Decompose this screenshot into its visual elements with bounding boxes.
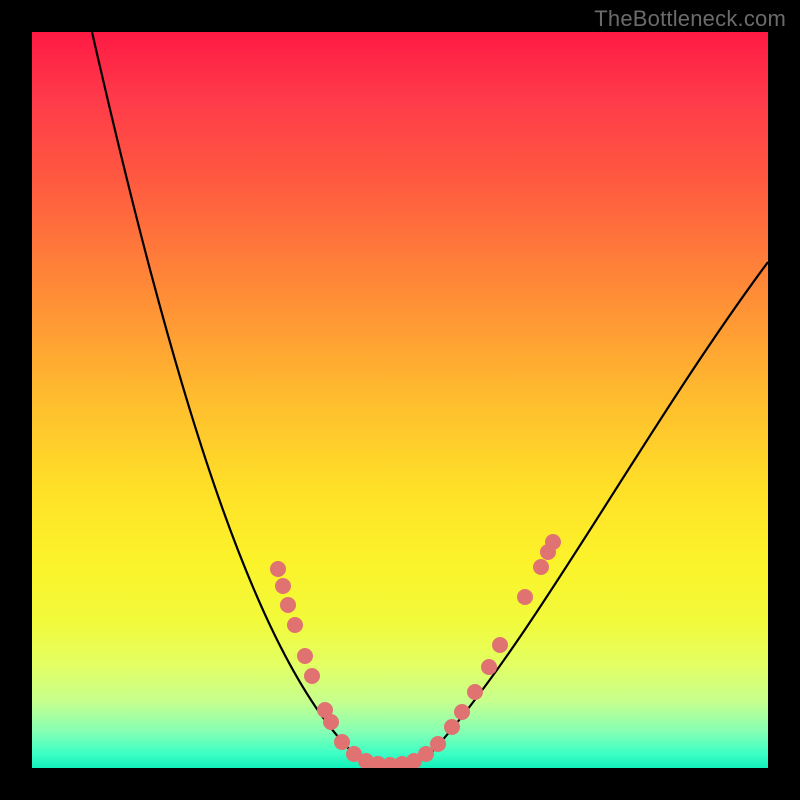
data-dot bbox=[454, 704, 470, 720]
data-dot bbox=[297, 648, 313, 664]
data-dot bbox=[545, 534, 561, 550]
data-dot bbox=[444, 719, 460, 735]
data-dot bbox=[430, 736, 446, 752]
chart-svg bbox=[32, 32, 768, 768]
data-dot bbox=[275, 578, 291, 594]
data-dot bbox=[323, 714, 339, 730]
chart-frame: TheBottleneck.com bbox=[0, 0, 800, 800]
data-dot bbox=[517, 589, 533, 605]
data-dot bbox=[533, 559, 549, 575]
bottleneck-curve bbox=[92, 32, 768, 763]
data-dot bbox=[287, 617, 303, 633]
data-dot bbox=[334, 734, 350, 750]
watermark-text: TheBottleneck.com bbox=[594, 6, 786, 32]
data-dot bbox=[492, 637, 508, 653]
data-dot bbox=[481, 659, 497, 675]
data-dot bbox=[270, 561, 286, 577]
data-dot bbox=[304, 668, 320, 684]
data-dot bbox=[467, 684, 483, 700]
plot-area bbox=[32, 32, 768, 768]
data-dots bbox=[270, 534, 561, 768]
data-dot bbox=[280, 597, 296, 613]
